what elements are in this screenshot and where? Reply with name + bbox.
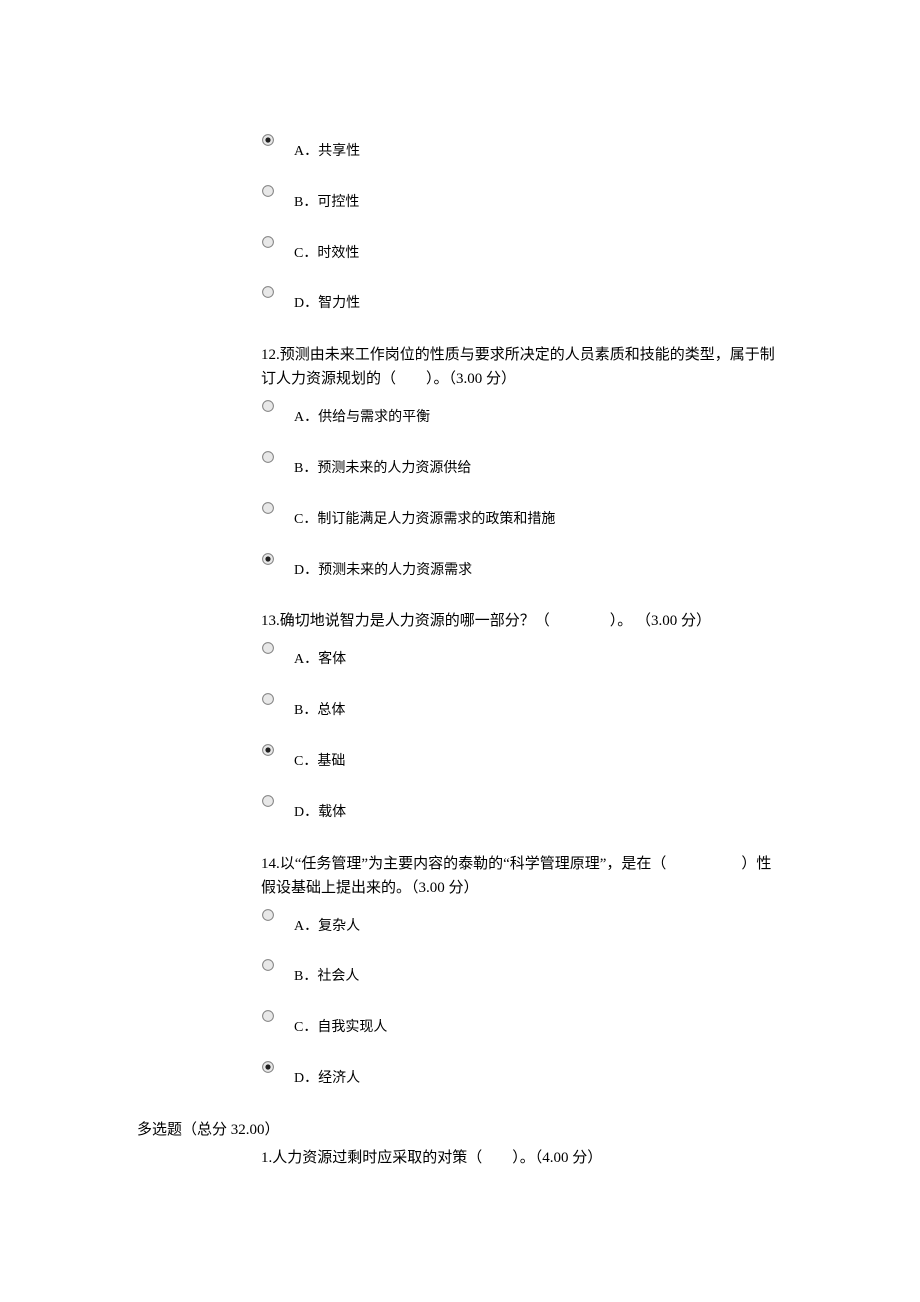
option-row[interactable]: D．预测未来的人力资源需求 bbox=[261, 554, 782, 580]
question-stem: 14.以“任务管理”为主要内容的泰勒的“科学管理原理”，是在（ ）性假设基础上提… bbox=[261, 852, 782, 900]
question-stem: 12.预测由未来工作岗位的性质与要求所决定的人员素质和技能的类型，属于制订人力资… bbox=[261, 343, 782, 391]
option-text: A．复杂人 bbox=[294, 910, 360, 936]
question-13: 13.确切地说智力是人力资源的哪一部分？（ ）。 （3.00 分） A．客体 B… bbox=[261, 609, 782, 821]
option-text: C．自我实现人 bbox=[294, 1011, 387, 1037]
option-row[interactable]: C．时效性 bbox=[261, 237, 782, 263]
radio-icon[interactable] bbox=[261, 743, 277, 759]
radio-icon[interactable] bbox=[261, 641, 277, 657]
option-list: A．共享性 B．可控性 C．时效性 D．智力性 bbox=[261, 135, 782, 313]
option-row[interactable]: D．经济人 bbox=[261, 1062, 782, 1088]
option-text: B．预测未来的人力资源供给 bbox=[294, 452, 471, 478]
option-row[interactable]: B．社会人 bbox=[261, 960, 782, 986]
radio-icon[interactable] bbox=[261, 1060, 277, 1076]
radio-icon[interactable] bbox=[261, 1009, 277, 1025]
radio-icon[interactable] bbox=[261, 552, 277, 568]
option-text: D．经济人 bbox=[294, 1062, 360, 1088]
option-list: A．客体 B．总体 C．基础 D．载体 bbox=[261, 643, 782, 821]
option-row[interactable]: D．智力性 bbox=[261, 287, 782, 313]
question-stem: 13.确切地说智力是人力资源的哪一部分？（ ）。 （3.00 分） bbox=[261, 609, 782, 633]
radio-icon[interactable] bbox=[261, 958, 277, 974]
option-text: B．总体 bbox=[294, 694, 345, 720]
question-stem: 1.人力资源过剩时应采取的对策（ ）。（4.00 分） bbox=[261, 1146, 782, 1170]
radio-icon[interactable] bbox=[261, 133, 277, 149]
radio-icon[interactable] bbox=[261, 692, 277, 708]
radio-icon[interactable] bbox=[261, 501, 277, 517]
option-text: A．供给与需求的平衡 bbox=[294, 401, 430, 427]
option-text: B．可控性 bbox=[294, 186, 359, 212]
option-text: C．制订能满足人力资源需求的政策和措施 bbox=[294, 503, 555, 529]
option-row[interactable]: A．共享性 bbox=[261, 135, 782, 161]
question-14: 14.以“任务管理”为主要内容的泰勒的“科学管理原理”，是在（ ）性假设基础上提… bbox=[261, 852, 782, 1088]
question-11: A．共享性 B．可控性 C．时效性 D．智力性 bbox=[261, 135, 782, 313]
option-text: A．共享性 bbox=[294, 135, 360, 161]
radio-icon[interactable] bbox=[261, 235, 277, 251]
option-text: C．基础 bbox=[294, 745, 345, 771]
option-text: A．客体 bbox=[294, 643, 346, 669]
radio-icon[interactable] bbox=[261, 285, 277, 301]
option-row[interactable]: A．复杂人 bbox=[261, 910, 782, 936]
section-heading: 多选题（总分 32.00） bbox=[137, 1118, 920, 1139]
option-row[interactable]: B．预测未来的人力资源供给 bbox=[261, 452, 782, 478]
radio-icon[interactable] bbox=[261, 184, 277, 200]
option-text: B．社会人 bbox=[294, 960, 359, 986]
option-text: D．预测未来的人力资源需求 bbox=[294, 554, 472, 580]
radio-icon[interactable] bbox=[261, 399, 277, 415]
radio-icon[interactable] bbox=[261, 794, 277, 810]
radio-icon[interactable] bbox=[261, 450, 277, 466]
option-row[interactable]: B．可控性 bbox=[261, 186, 782, 212]
option-text: C．时效性 bbox=[294, 237, 359, 263]
option-row[interactable]: A．供给与需求的平衡 bbox=[261, 401, 782, 427]
option-text: D．载体 bbox=[294, 796, 346, 822]
option-list: A．复杂人 B．社会人 C．自我实现人 D．经济人 bbox=[261, 910, 782, 1088]
question-multi-1: 1.人力资源过剩时应采取的对策（ ）。（4.00 分） bbox=[261, 1146, 782, 1170]
question-12: 12.预测由未来工作岗位的性质与要求所决定的人员素质和技能的类型，属于制订人力资… bbox=[261, 343, 782, 579]
option-row[interactable]: C．自我实现人 bbox=[261, 1011, 782, 1037]
option-row[interactable]: C．制订能满足人力资源需求的政策和措施 bbox=[261, 503, 782, 529]
option-row[interactable]: C．基础 bbox=[261, 745, 782, 771]
option-row[interactable]: D．载体 bbox=[261, 796, 782, 822]
radio-icon[interactable] bbox=[261, 908, 277, 924]
option-list: A．供给与需求的平衡 B．预测未来的人力资源供给 C．制订能满足人力资源需求的政… bbox=[261, 401, 782, 579]
option-text: D．智力性 bbox=[294, 287, 360, 313]
option-row[interactable]: B．总体 bbox=[261, 694, 782, 720]
option-row[interactable]: A．客体 bbox=[261, 643, 782, 669]
